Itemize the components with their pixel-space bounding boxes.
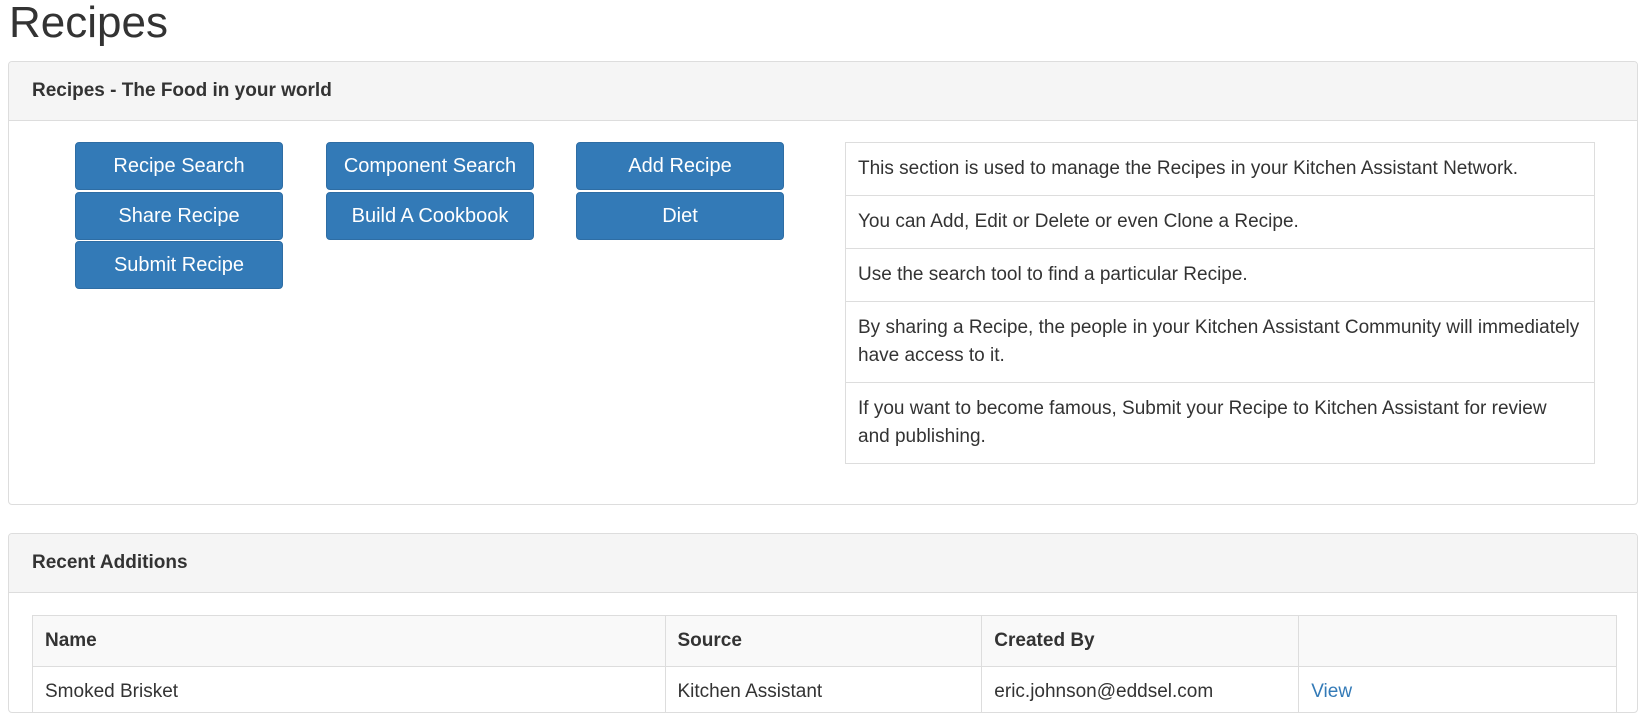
- recent-additions-table: Name Source Created By Smoked Brisket Ki…: [32, 615, 1617, 713]
- submit-recipe-button[interactable]: Submit Recipe: [75, 241, 283, 289]
- column-header-source: Source: [665, 616, 982, 667]
- recipe-name-cell: Smoked Brisket: [33, 667, 666, 713]
- view-recipe-link[interactable]: View: [1311, 681, 1352, 702]
- table-row: Smoked Brisket Kitchen Assistant eric.jo…: [33, 667, 1617, 713]
- column-header-created-by: Created By: [982, 616, 1299, 667]
- info-item: By sharing a Recipe, the people in your …: [846, 302, 1594, 383]
- info-item: If you want to become famous, Submit you…: [846, 383, 1594, 463]
- recipe-search-button[interactable]: Recipe Search: [75, 142, 283, 190]
- page-title: Recipes: [9, 0, 168, 46]
- info-item: This section is used to manage the Recip…: [846, 143, 1594, 196]
- info-list: This section is used to manage the Recip…: [845, 142, 1595, 464]
- diet-button[interactable]: Diet: [576, 192, 784, 240]
- recipe-action-cell: View: [1299, 667, 1617, 713]
- recent-additions-panel: Recent Additions Name Source Created By …: [8, 533, 1638, 713]
- component-search-button[interactable]: Component Search: [326, 142, 534, 190]
- add-recipe-button[interactable]: Add Recipe: [576, 142, 784, 190]
- info-item: Use the search tool to find a particular…: [846, 249, 1594, 302]
- info-item: You can Add, Edit or Delete or even Clon…: [846, 196, 1594, 249]
- recipes-panel: Recipes - The Food in your world Recipe …: [8, 61, 1638, 505]
- recipe-created-by-cell: eric.johnson@eddsel.com: [982, 667, 1299, 713]
- share-recipe-button[interactable]: Share Recipe: [75, 192, 283, 240]
- recent-additions-heading: Recent Additions: [9, 534, 1637, 593]
- recipe-source-cell: Kitchen Assistant: [665, 667, 982, 713]
- build-cookbook-button[interactable]: Build A Cookbook: [326, 192, 534, 240]
- column-header-name: Name: [33, 616, 666, 667]
- column-header-actions: [1299, 616, 1617, 667]
- table-header-row: Name Source Created By: [33, 616, 1617, 667]
- recipes-panel-heading: Recipes - The Food in your world: [9, 62, 1637, 121]
